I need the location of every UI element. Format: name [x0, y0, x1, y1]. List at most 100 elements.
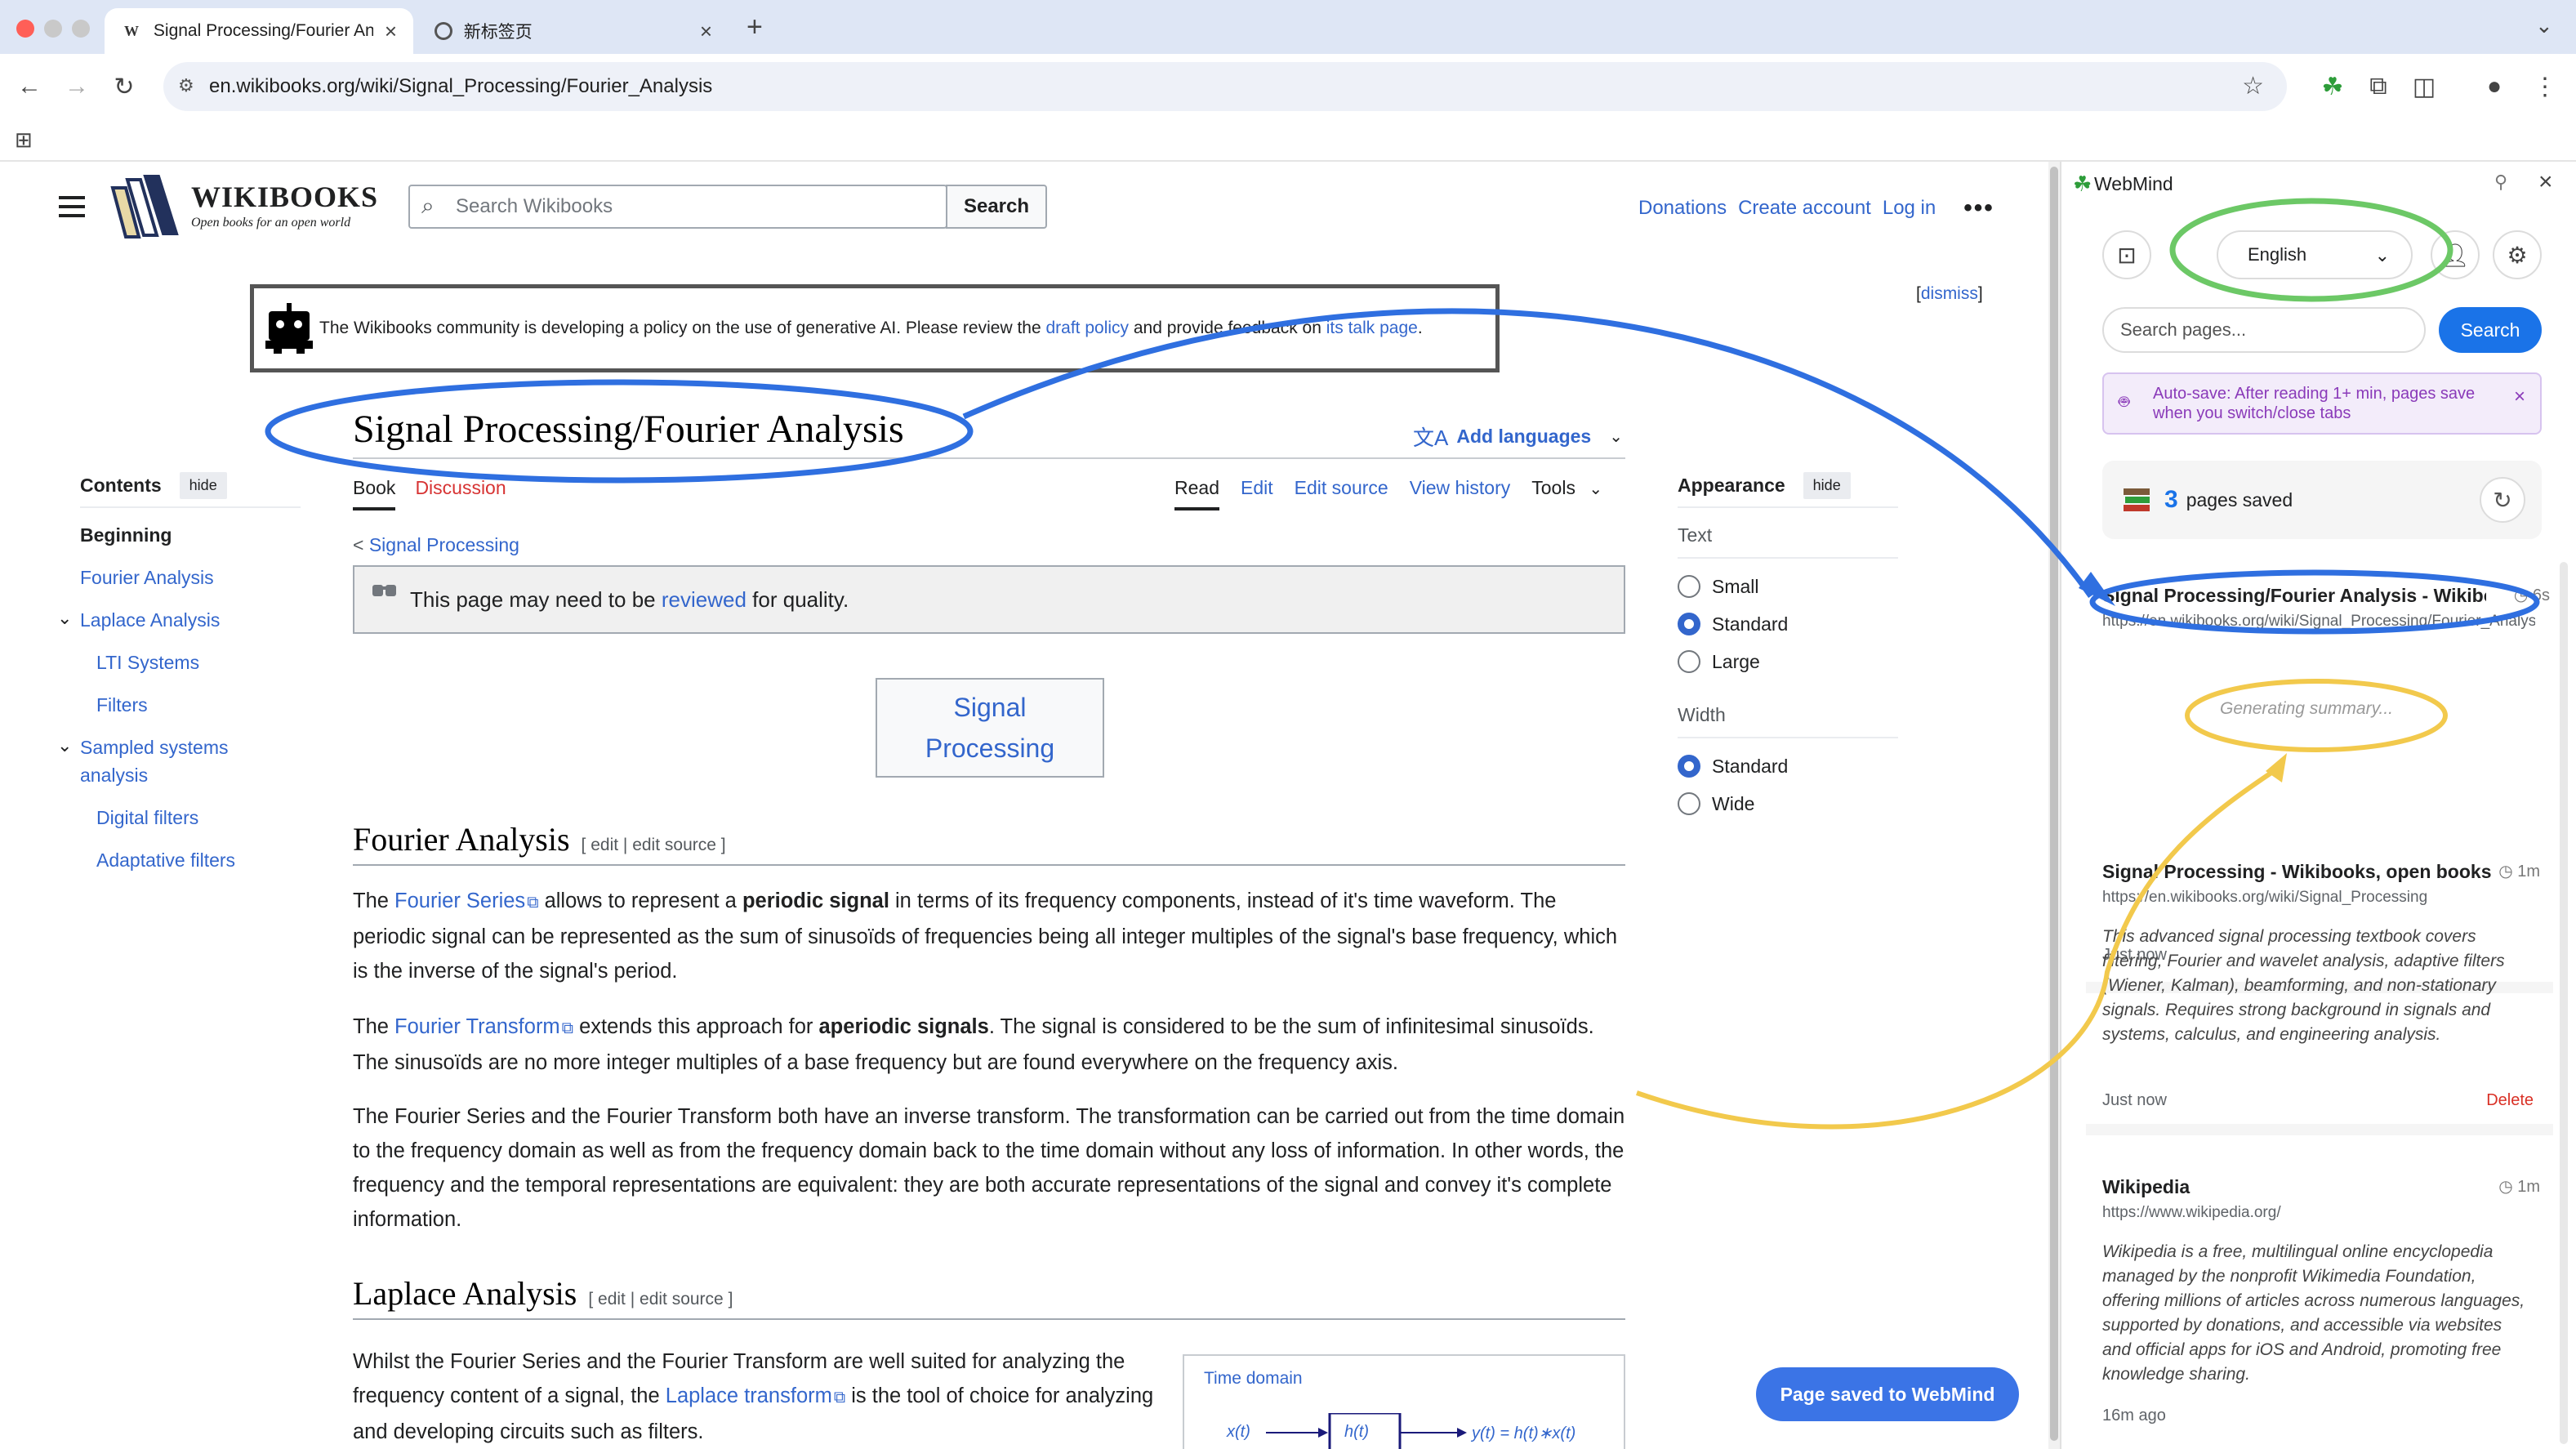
tab-edit[interactable]: Edit	[1241, 477, 1273, 510]
forward-arrow-icon[interactable]: →	[59, 69, 95, 105]
chevron-down-icon: ⌄	[2374, 245, 2390, 265]
log-in-link[interactable]: Log in	[1883, 197, 1936, 220]
toc-item-beginning[interactable]: Beginning	[80, 524, 172, 546]
toc-item-adaptative-filters[interactable]: Adaptative filters	[96, 849, 235, 872]
main-menu-icon[interactable]	[59, 196, 85, 217]
donations-link[interactable]: Donations	[1638, 197, 1727, 220]
wiki-search-input[interactable]: ⌕ Search Wikibooks	[408, 185, 947, 229]
add-languages-label: Add languages	[1456, 426, 1592, 447]
create-account-link[interactable]: Create account	[1738, 197, 1871, 220]
breadcrumb-link[interactable]: Signal Processing	[369, 534, 519, 555]
more-options-icon[interactable]: •••	[1963, 194, 1994, 222]
tab-view-history[interactable]: View history	[1410, 477, 1511, 510]
laplace-transform-link[interactable]: Laplace transform	[666, 1384, 832, 1407]
tab-read[interactable]: Read	[1174, 477, 1219, 510]
pin-icon[interactable]: ⚲	[2494, 172, 2507, 193]
toc-item-laplace-analysis[interactable]: Laplace Analysis	[80, 609, 220, 631]
panel-search-input[interactable]: Search pages...	[2102, 307, 2426, 353]
saved-toast[interactable]: Page saved to WebMind	[1756, 1367, 2019, 1421]
site-info-icon[interactable]: ⚙	[178, 75, 194, 96]
browser-tab-new[interactable]: 新标签页 ×	[418, 8, 729, 54]
webmind-extension-icon[interactable]: ☘	[2315, 69, 2351, 105]
close-window-button[interactable]	[16, 20, 34, 38]
extensions-puzzle-icon[interactable]: ⧉	[2360, 69, 2396, 105]
saved-page-card[interactable]: Signal Processing/Fourier Analysis - Wik…	[2086, 585, 2553, 964]
maximize-window-button[interactable]	[72, 20, 90, 38]
minimize-window-button[interactable]	[44, 20, 62, 38]
card-url: https://en.wikibooks.org/wiki/Signal_Pro…	[2102, 613, 2535, 630]
saved-page-card[interactable]: Wikipedia ◷ 1m https://www.wikipedia.org…	[2086, 1176, 2553, 1449]
dismiss-link[interactable]: dismiss	[1921, 284, 1978, 303]
text-size-small-radio[interactable]: Small	[1678, 575, 1759, 598]
profile-avatar-icon[interactable]: ●	[2476, 69, 2512, 105]
signal-processing-book-link[interactable]: Signal Processing	[876, 678, 1104, 778]
reviewed-link[interactable]: reviewed	[662, 587, 747, 612]
reload-icon[interactable]: ↻	[106, 69, 142, 105]
width-wide-radio[interactable]: Wide	[1678, 792, 1754, 815]
fourier-transform-link[interactable]: Fourier Transform	[394, 1015, 560, 1038]
tab-book[interactable]: Book	[353, 477, 396, 510]
text-size-standard-radio[interactable]: Standard	[1678, 613, 1788, 635]
toc-item-sampled-systems[interactable]: analysis	[80, 765, 148, 787]
wikibooks-logo[interactable]: WIKIBOOKS Open books for an open world	[109, 172, 377, 245]
side-panel-icon[interactable]: ◫	[2406, 69, 2442, 105]
books-icon	[2124, 488, 2150, 511]
chrome-menu-icon[interactable]: ⋮	[2527, 69, 2563, 105]
tab-discussion[interactable]: Discussion	[415, 477, 506, 510]
url-text: en.wikibooks.org/wiki/Signal_Processing/…	[209, 75, 713, 97]
appearance-hide-button[interactable]: hide	[1803, 472, 1851, 499]
toc-hide-button[interactable]: hide	[179, 472, 227, 499]
banner-text: The Wikibooks community is developing a …	[319, 319, 1041, 337]
scrollbar-thumb[interactable]	[2050, 167, 2058, 1441]
saved-pages-summary: 3 pages saved ↻	[2102, 461, 2542, 539]
heading-text: Fourier Analysis	[353, 821, 570, 858]
radio-circle[interactable]	[1678, 650, 1700, 673]
panel-search-button[interactable]: Search	[2439, 307, 2542, 353]
toc-item-fourier-analysis[interactable]: Fourier Analysis	[80, 567, 214, 589]
radio-circle[interactable]	[1678, 792, 1700, 815]
language-select[interactable]: English ⌄	[2217, 230, 2413, 279]
close-panel-icon[interactable]: ×	[2538, 168, 2553, 196]
apps-grid-icon[interactable]: ⊞	[15, 127, 33, 153]
close-tab-icon[interactable]: ×	[385, 19, 397, 44]
browser-tab-active[interactable]: W Signal Processing/Fourier Analysis - W…	[105, 8, 413, 54]
width-standard-radio[interactable]: Standard	[1678, 755, 1788, 778]
card-delete-button[interactable]: Delete	[2486, 1091, 2534, 1110]
draft-policy-link[interactable]: draft policy	[1045, 319, 1129, 337]
edit-section-links[interactable]: [ edit | edit source ]	[582, 836, 726, 854]
text-size-large-radio[interactable]: Large	[1678, 650, 1760, 673]
new-tab-icon[interactable]: +	[747, 11, 763, 43]
appearance-divider	[1678, 506, 1898, 508]
toc-item-sampled-systems[interactable]: Sampled systems	[80, 737, 229, 759]
notice-text: This page may need to be	[410, 586, 656, 612]
inbox-button[interactable]: ⊡	[2102, 230, 2151, 279]
talk-page-link[interactable]: its talk page	[1326, 319, 1418, 337]
add-languages-button[interactable]: 文A Add languages ⌄	[1413, 421, 1623, 452]
toc-item-filters[interactable]: Filters	[96, 694, 148, 716]
tab-edit-source[interactable]: Edit source	[1295, 477, 1388, 510]
close-tab-icon[interactable]: ×	[700, 19, 712, 44]
radio-circle[interactable]	[1678, 755, 1700, 778]
tab-search-chevron-icon[interactable]: ⌄	[2535, 13, 2553, 38]
account-button[interactable]: 👤︎	[2431, 230, 2480, 279]
settings-button[interactable]: ⚙	[2493, 230, 2542, 279]
back-arrow-icon[interactable]: ←	[11, 69, 47, 105]
wiki-search-button[interactable]: Search	[946, 185, 1047, 229]
refresh-button[interactable]: ↻	[2480, 477, 2525, 523]
bookmark-star-icon[interactable]: ☆	[2242, 72, 2264, 100]
radio-circle[interactable]	[1678, 575, 1700, 598]
address-bar[interactable]: ⚙ en.wikibooks.org/wiki/Signal_Processin…	[163, 62, 2287, 111]
toc-item-lti-systems[interactable]: LTI Systems	[96, 652, 199, 674]
page-scrollbar[interactable]	[2048, 162, 2060, 1449]
tab-tools[interactable]: Tools ⌄	[1531, 477, 1602, 510]
fourier-series-link[interactable]: Fourier Series	[394, 889, 525, 912]
appearance-divider	[1678, 557, 1898, 559]
edit-section-links[interactable]: [ edit | edit source ]	[588, 1290, 733, 1309]
toc-expand-chevron-icon[interactable]: ⌄	[57, 608, 72, 629]
toc-item-digital-filters[interactable]: Digital filters	[96, 807, 198, 829]
toc-expand-chevron-icon[interactable]: ⌄	[57, 735, 72, 756]
close-notice-icon[interactable]: ×	[2514, 387, 2525, 407]
radio-circle[interactable]	[1678, 613, 1700, 635]
card-title: Signal Processing/Fourier Analysis - Wik…	[2102, 585, 2486, 606]
panel-scrollbar[interactable]	[2560, 562, 2568, 1444]
